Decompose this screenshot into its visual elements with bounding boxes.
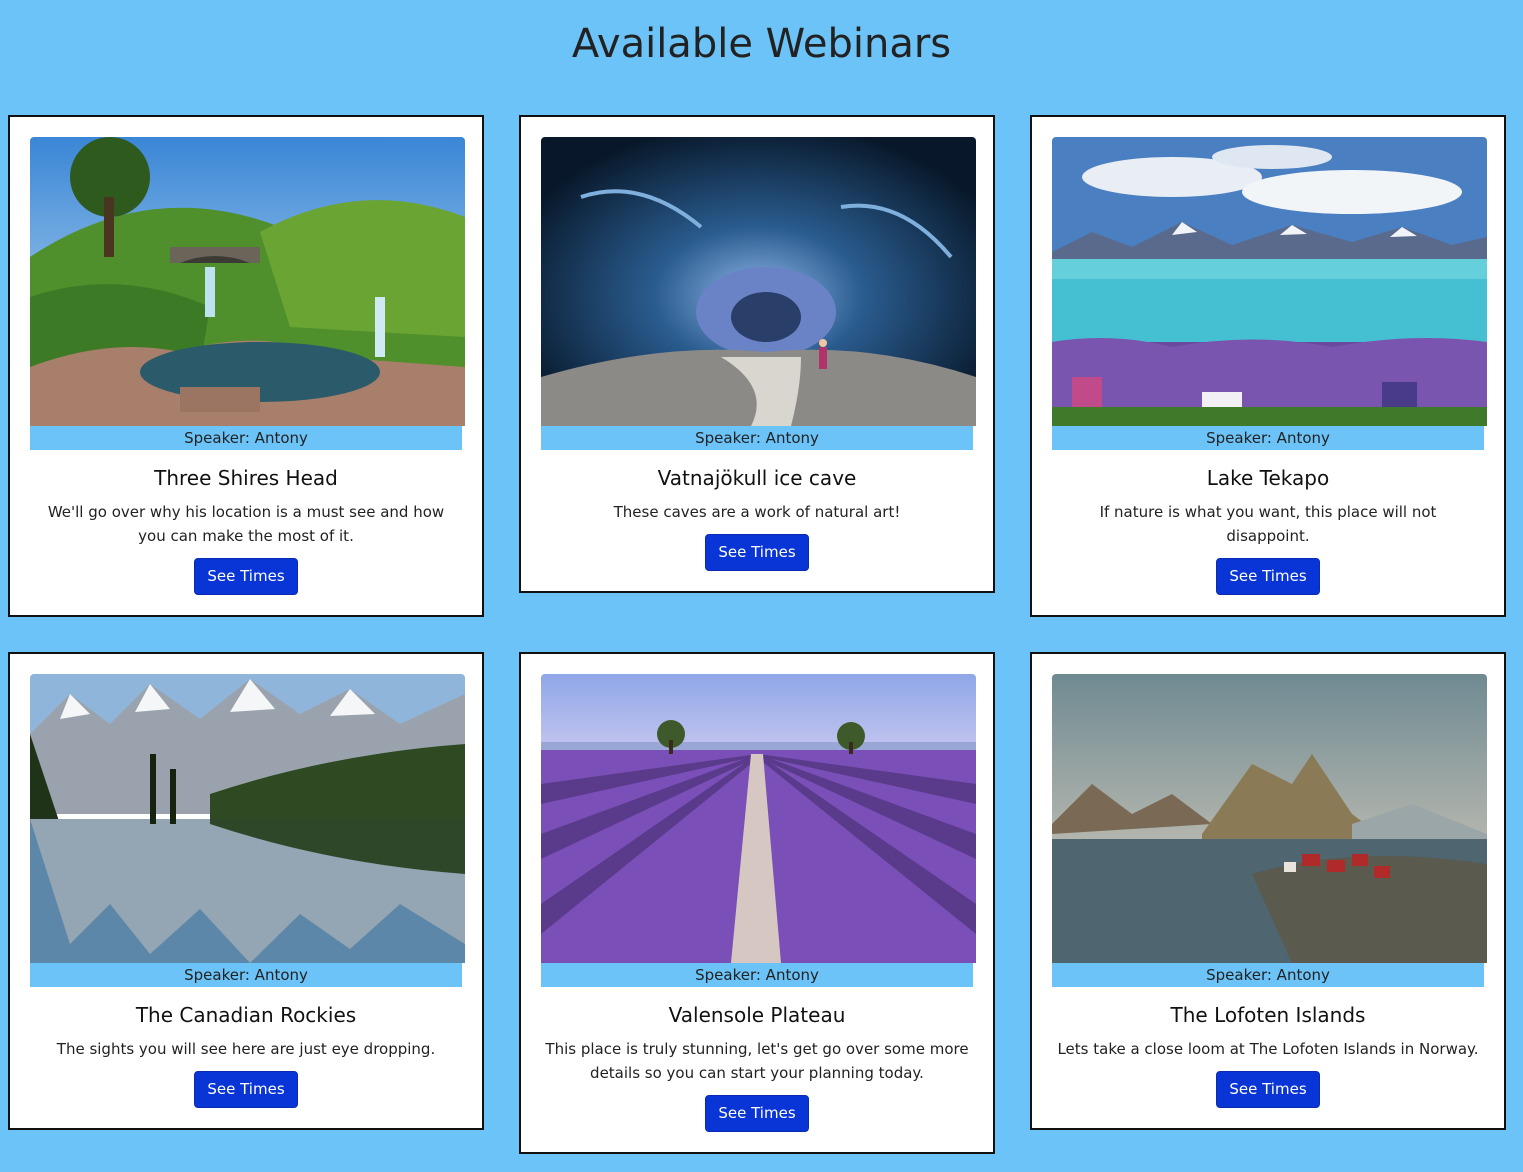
webinar-image-three-shires-head [30,137,465,426]
speaker-label: Speaker: Antony [541,963,973,987]
speaker-label: Speaker: Antony [541,426,973,450]
webinar-card: Speaker: Antony The Lofoten Islands Lets… [1030,652,1506,1130]
webinar-title: Valensole Plateau [668,1003,846,1027]
webinar-description: We'll go over why his location is a must… [47,503,445,545]
webinar-card: Speaker: Antony Lake Tekapo If nature is… [1030,115,1506,617]
webinar-title: Three Shires Head [154,466,338,490]
webinar-image-vatnajokull-ice-cave [541,137,976,426]
webinar-card: Speaker: Antony Valensole Plateau This p… [519,652,995,1154]
webinar-title: The Lofoten Islands [1170,1003,1366,1027]
webinar-description: This place is truly stunning, let's get … [545,1040,969,1082]
webinar-title: Lake Tekapo [1206,466,1330,490]
see-times-button[interactable]: See Times [194,558,298,595]
speaker-label: Speaker: Antony [1052,426,1484,450]
webinar-card: Speaker: Antony Three Shires Head We'll … [8,115,484,617]
webinar-card: Speaker: Antony Vatnajökull ice cave The… [519,115,995,593]
webinar-description: If nature is what you want, this place w… [1099,503,1437,545]
speaker-label: Speaker: Antony [1052,963,1484,987]
webinar-card: Speaker: Antony The Canadian Rockies The… [8,652,484,1130]
speaker-label: Speaker: Antony [30,963,462,987]
see-times-button[interactable]: See Times [194,1071,298,1108]
page-title: Available Webinars [571,21,952,67]
see-times-button[interactable]: See Times [1216,1071,1320,1108]
webinar-description: The sights you will see here are just ey… [56,1040,436,1058]
webinar-title: Vatnajökull ice cave [657,466,857,490]
see-times-button[interactable]: See Times [705,534,809,571]
webinar-image-canadian-rockies [30,674,465,963]
webinar-image-valensole-plateau [541,674,976,963]
webinar-title: The Canadian Rockies [135,1003,357,1027]
webinar-image-lofoten-islands [1052,674,1487,963]
webinar-description: These caves are a work of natural art! [613,503,901,521]
speaker-label: Speaker: Antony [30,426,462,450]
webinar-image-lake-tekapo [1052,137,1487,426]
see-times-button[interactable]: See Times [1216,558,1320,595]
webinar-description: Lets take a close loom at The Lofoten Is… [1057,1040,1479,1058]
see-times-button[interactable]: See Times [705,1095,809,1132]
